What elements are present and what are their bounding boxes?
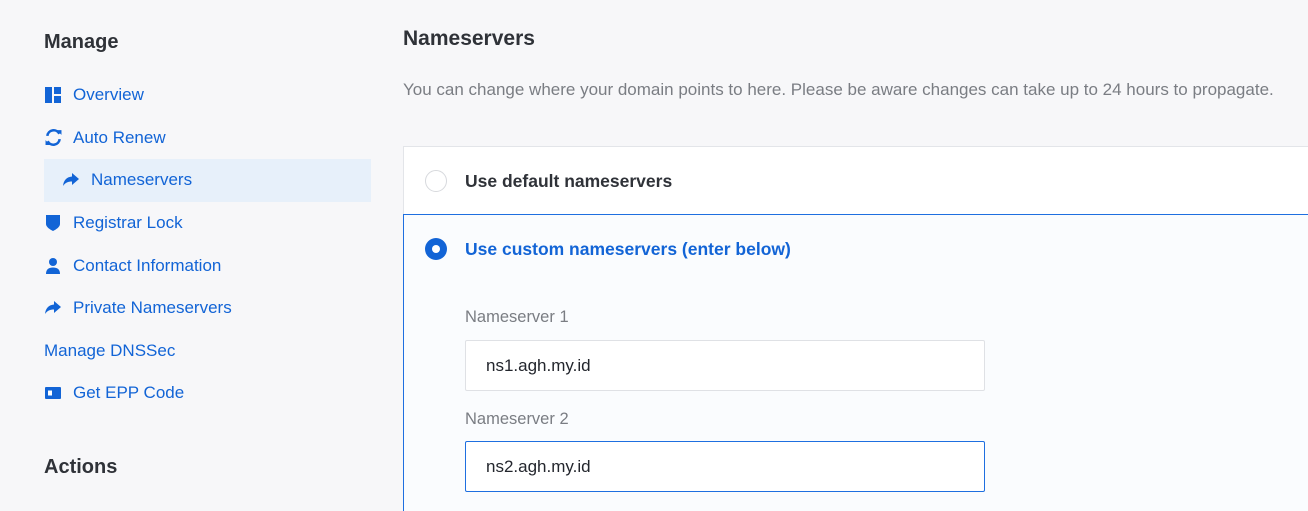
sidebar-item-label: Contact Information <box>73 255 222 275</box>
sidebar-item-overview[interactable]: Overview <box>44 74 371 117</box>
sidebar-item-label: Overview <box>73 85 144 105</box>
nameserver-1-input[interactable] <box>465 340 985 391</box>
sidebar-item-private-nameservers[interactable]: Private Nameservers <box>44 287 371 330</box>
nameserver-2-input[interactable] <box>465 441 985 492</box>
sidebar-item-label: Manage DNSSec <box>44 340 176 360</box>
sidebar-item-registrar-lock[interactable]: Registrar Lock <box>44 202 371 245</box>
manage-nav: Overview Auto Renew Nameservers Registra… <box>44 74 371 415</box>
sidebar-item-label: Private Nameservers <box>73 298 232 318</box>
page-description: You can change where your domain points … <box>403 80 1274 99</box>
sidebar-item-label: Auto Renew <box>73 127 166 147</box>
sidebar-item-nameservers[interactable]: Nameservers <box>44 159 371 202</box>
manage-heading: Manage <box>44 31 119 53</box>
sidebar-item-label: Nameservers <box>91 170 193 190</box>
sidebar-item-label: Get EPP Code <box>73 383 185 403</box>
id-card-icon <box>44 384 62 402</box>
actions-heading: Actions <box>44 456 118 478</box>
radio-default-nameservers[interactable] <box>425 170 447 192</box>
option-custom-label: Use custom nameservers (enter below) <box>465 239 791 259</box>
sidebar-item-auto-renew[interactable]: Auto Renew <box>44 117 371 160</box>
sidebar-item-label: Registrar Lock <box>73 213 183 233</box>
nameserver-1-label: Nameserver 1 <box>465 308 569 326</box>
sidebar-item-manage-dnssec[interactable]: Manage DNSSec <box>44 330 371 373</box>
sidebar-item-contact-information[interactable]: Contact Information <box>44 244 371 287</box>
radio-custom-nameservers[interactable] <box>425 238 447 260</box>
user-icon <box>44 257 62 275</box>
sidebar: Manage Overview Auto Renew Nameservers R… <box>0 0 380 511</box>
option-default-nameservers[interactable]: Use default nameservers <box>403 146 1308 214</box>
option-default-label: Use default nameservers <box>465 171 673 191</box>
option-custom-nameservers[interactable]: Use custom nameservers (enter below) Nam… <box>403 214 1308 511</box>
shield-icon <box>44 214 62 232</box>
page-title: Nameservers <box>403 27 535 50</box>
share-arrow-icon <box>44 299 62 317</box>
sync-icon <box>44 129 62 147</box>
dashboard-icon <box>44 86 62 104</box>
sidebar-item-get-epp-code[interactable]: Get EPP Code <box>44 372 371 415</box>
nameserver-2-label: Nameserver 2 <box>465 410 569 428</box>
share-arrow-icon <box>62 171 80 189</box>
